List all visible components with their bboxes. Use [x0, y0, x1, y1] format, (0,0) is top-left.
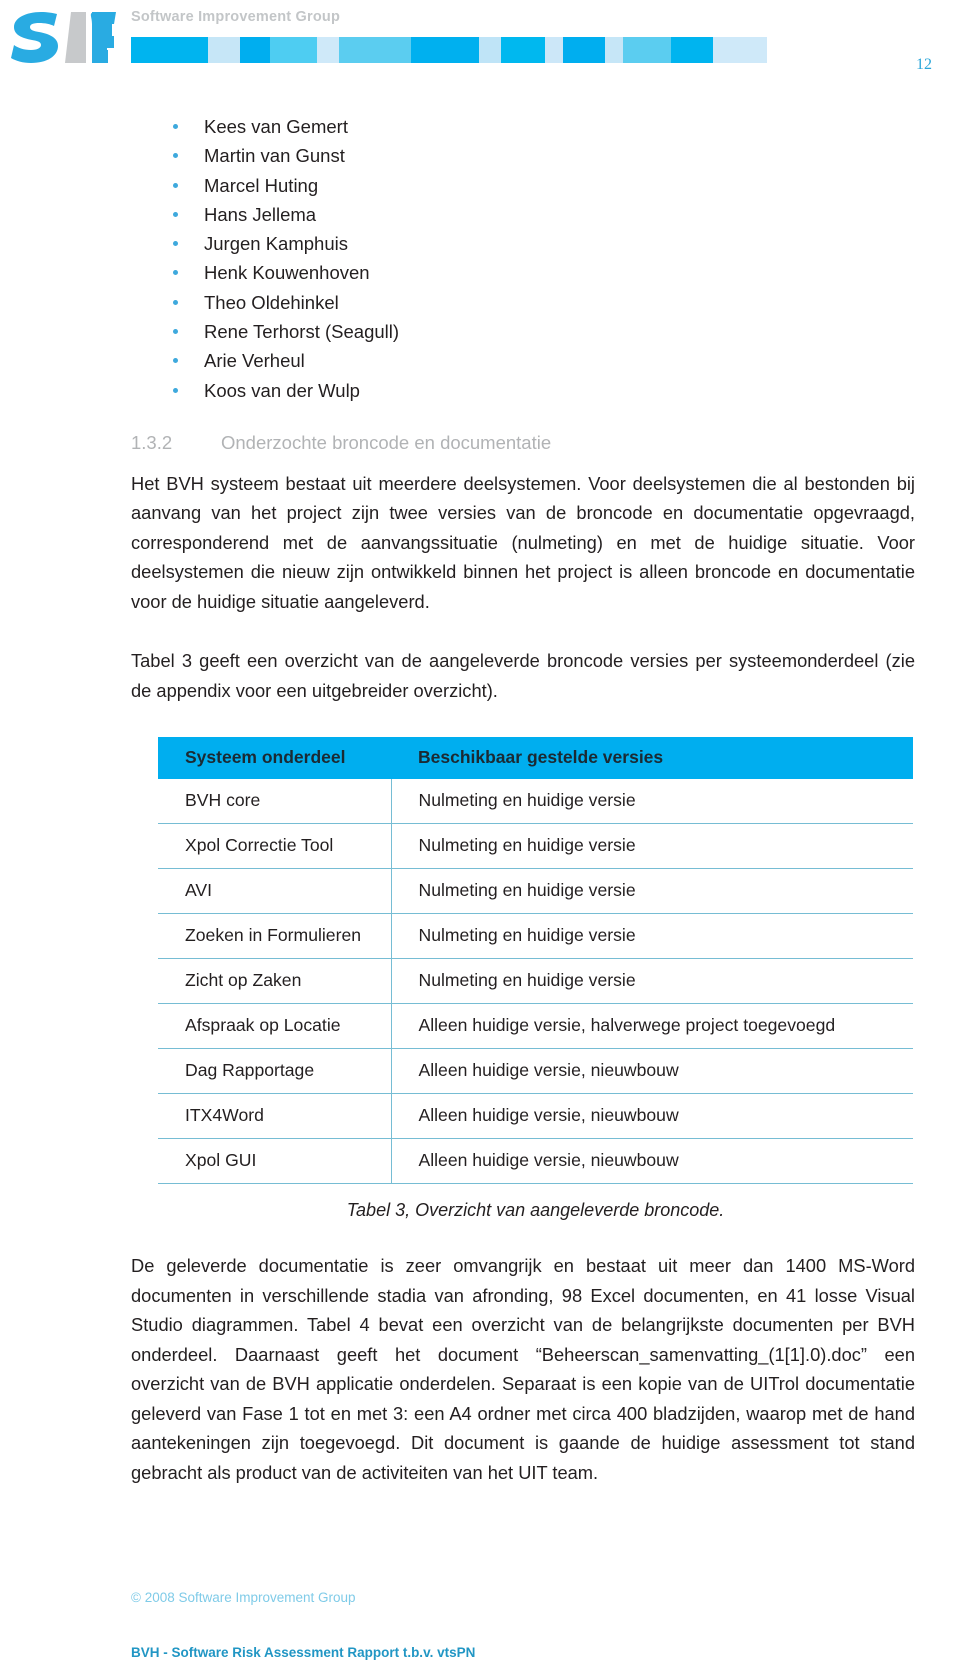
- cell-available-versions: Nulmeting en huidige versie: [391, 823, 913, 870]
- cell-available-versions: Alleen huidige versie, nieuwbouw: [391, 1138, 913, 1185]
- source-code-versions-table-wrap: Systeem onderdeel Beschikbaar gestelde v…: [158, 737, 913, 1221]
- color-bar-block-10: [563, 37, 605, 63]
- color-bar-block-7: [479, 37, 501, 63]
- cell-system-part: AVI: [158, 868, 392, 915]
- source-code-versions-table: Systeem onderdeel Beschikbaar gestelde v…: [158, 737, 913, 1185]
- footer-document-title: BVH - Software Risk Assessment Rapport t…: [131, 1645, 476, 1660]
- table-row: Dag Rapportage Alleen huidige versie, nie…: [158, 1048, 913, 1095]
- list-item: Martin van Gunst: [131, 141, 915, 170]
- color-bar-block-6: [411, 37, 479, 63]
- list-item: Jurgen Kamphuis: [131, 229, 915, 258]
- section-title: Onderzochte broncode en documentatie: [221, 431, 552, 453]
- cell-available-versions: Nulmeting en huidige versie: [391, 779, 913, 825]
- paragraph-intro: Het BVH systeem bestaat uit meerdere dee…: [131, 472, 915, 612]
- cell-system-part: Dag Rapportage: [158, 1048, 392, 1095]
- table-caption: Tabel 3, Overzicht van aangeleverde bron…: [346, 1200, 725, 1221]
- color-bar-block-4: [317, 37, 339, 63]
- cell-system-part: Afspraak op Locatie: [158, 1003, 392, 1050]
- participant-list: Kees van Gemert Martin van Gunst Marcel Hu…: [131, 112, 915, 405]
- color-bar-block-9: [545, 37, 563, 63]
- list-item: Koos van der Wulp: [131, 376, 915, 405]
- cell-system-part: Xpol Correctie Tool: [158, 823, 392, 870]
- paragraph-table-intro: Tabel 3 geeft een overzicht van de aange…: [131, 650, 915, 701]
- section-number: 1.3.2: [131, 431, 173, 453]
- brand-name: Software Improvement Group: [131, 9, 341, 25]
- color-bar-block-5: [339, 37, 411, 63]
- cell-system-part: Zoeken in Formulieren: [158, 913, 392, 960]
- table-row: Xpol GUI Alleen huidige versie, nieuwbouw: [158, 1138, 913, 1185]
- list-item: Arie Verheul: [131, 346, 915, 375]
- page-header: Software Improvement Group 12: [0, 0, 960, 100]
- decorative-color-bar: [131, 37, 823, 63]
- cell-available-versions: Alleen huidige versie, halverwege projec…: [391, 1003, 913, 1050]
- color-bar-block-3: [270, 37, 317, 63]
- color-bar-block-8: [501, 37, 545, 63]
- color-bar-block-14: [713, 37, 767, 63]
- list-item: Marcel Huting: [131, 171, 915, 200]
- table-row: BVH core Nulmeting en huidige versie: [158, 779, 913, 825]
- page-content: Kees van Gemert Martin van Gunst Marcel Hu…: [131, 112, 915, 1487]
- sig-logo-icon: [8, 8, 118, 70]
- color-bar-block-2: [240, 37, 270, 63]
- cell-system-part: Zicht op Zaken: [158, 958, 392, 1005]
- page-number: 12: [916, 56, 932, 73]
- paragraph-closing: De geleverde documentatie is zeer omvang…: [131, 1255, 915, 1483]
- table-row: Zicht op Zaken Nulmeting en huidige versi…: [158, 958, 913, 1005]
- footer-copyright: © 2008 Software Improvement Group: [131, 1590, 356, 1605]
- section-heading: 1.3.2 Onderzochte broncode en documentat…: [131, 430, 915, 456]
- list-item: Theo Oldehinkel: [131, 288, 915, 317]
- cell-system-part: ITX4Word: [158, 1093, 392, 1140]
- table-row: Xpol Correctie Tool Nulmeting en huidige …: [158, 823, 913, 870]
- color-bar-block-0: [131, 37, 208, 63]
- color-bar-block-15: [767, 37, 823, 63]
- cell-available-versions: Nulmeting en huidige versie: [391, 868, 913, 915]
- cell-system-part: BVH core: [158, 779, 392, 825]
- table-body: BVH core Nulmeting en huidige versie Xpol …: [158, 779, 913, 1185]
- table-row: AVI Nulmeting en huidige versie: [158, 868, 913, 915]
- color-bar-block-13: [671, 37, 713, 63]
- table-row: ITX4Word Alleen huidige versie, nieuwbouw: [158, 1093, 913, 1140]
- cell-available-versions: Alleen huidige versie, nieuwbouw: [391, 1093, 913, 1140]
- list-item: Rene Terhorst (Seagull): [131, 317, 915, 346]
- cell-system-part: Xpol GUI: [158, 1138, 392, 1185]
- list-item: Henk Kouwenhoven: [131, 258, 915, 287]
- cell-available-versions: Nulmeting en huidige versie: [391, 958, 913, 1005]
- cell-available-versions: Nulmeting en huidige versie: [391, 913, 913, 960]
- table-header-row: Systeem onderdeel Beschikbaar gestelde v…: [158, 737, 913, 780]
- list-item: Hans Jellema: [131, 200, 915, 229]
- color-bar-block-11: [605, 37, 623, 63]
- table-row: Afspraak op Locatie Alleen huidige versie…: [158, 1003, 913, 1050]
- list-item: Kees van Gemert: [131, 112, 915, 141]
- column-header-system-part: Systeem onderdeel: [158, 737, 391, 780]
- color-bar-block-1: [208, 37, 240, 63]
- table-row: Zoeken in Formulieren Nulmeting en huidig…: [158, 913, 913, 960]
- column-header-available-versions: Beschikbaar gestelde versies: [391, 737, 913, 780]
- color-bar-block-12: [623, 37, 671, 63]
- cell-available-versions: Alleen huidige versie, nieuwbouw: [391, 1048, 913, 1095]
